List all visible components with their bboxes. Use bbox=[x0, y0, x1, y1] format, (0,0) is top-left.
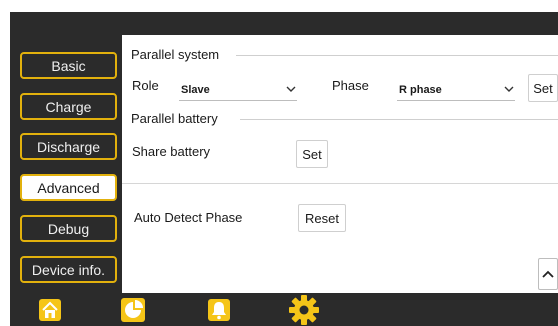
gear-icon bbox=[289, 295, 319, 325]
parallel-battery-title: Parallel battery bbox=[131, 111, 218, 126]
settings-nav-button[interactable] bbox=[288, 294, 320, 326]
home-nav-button[interactable] bbox=[37, 297, 63, 323]
chevron-up-icon bbox=[542, 265, 554, 283]
phase-select[interactable]: R phase bbox=[397, 79, 515, 101]
sidebar: Basic Charge Discharge Advanced Debug De… bbox=[10, 35, 122, 293]
bottom-nav-bar bbox=[10, 293, 558, 326]
parallel-system-set-button[interactable]: Set bbox=[528, 74, 558, 102]
app-frame: Basic Charge Discharge Advanced Debug De… bbox=[10, 12, 558, 326]
phase-label: Phase bbox=[332, 78, 369, 93]
role-select[interactable]: Slave bbox=[179, 79, 297, 101]
top-bar bbox=[10, 12, 558, 35]
chevron-down-icon bbox=[503, 84, 515, 96]
role-select-value: Slave bbox=[181, 83, 210, 96]
section-divider bbox=[122, 183, 558, 184]
reset-button[interactable]: Reset bbox=[298, 204, 346, 232]
sidebar-item-debug[interactable]: Debug bbox=[20, 215, 117, 242]
alarms-nav-button[interactable] bbox=[206, 297, 232, 323]
pie-chart-icon bbox=[121, 298, 145, 322]
sidebar-item-device-info[interactable]: Device info. bbox=[20, 256, 117, 283]
sidebar-item-charge[interactable]: Charge bbox=[20, 93, 117, 120]
bell-icon bbox=[208, 299, 230, 321]
section-divider bbox=[240, 119, 558, 120]
auto-detect-phase-label: Auto Detect Phase bbox=[134, 210, 243, 225]
parallel-system-title: Parallel system bbox=[131, 47, 220, 62]
advanced-settings-panel: Parallel system Role Slave Phase R phase… bbox=[122, 35, 558, 293]
share-battery-label: Share battery bbox=[132, 144, 211, 159]
sidebar-item-basic[interactable]: Basic bbox=[20, 52, 117, 79]
sidebar-item-advanced[interactable]: Advanced bbox=[20, 174, 117, 201]
role-label: Role bbox=[132, 78, 159, 93]
chevron-down-icon bbox=[285, 84, 297, 96]
statistics-nav-button[interactable] bbox=[120, 297, 146, 323]
home-icon bbox=[39, 299, 61, 321]
phase-select-value: R phase bbox=[399, 83, 442, 96]
share-battery-set-button[interactable]: Set bbox=[296, 140, 328, 168]
scroll-up-button[interactable] bbox=[538, 258, 558, 290]
sidebar-item-discharge[interactable]: Discharge bbox=[20, 133, 117, 160]
section-divider bbox=[236, 55, 558, 56]
